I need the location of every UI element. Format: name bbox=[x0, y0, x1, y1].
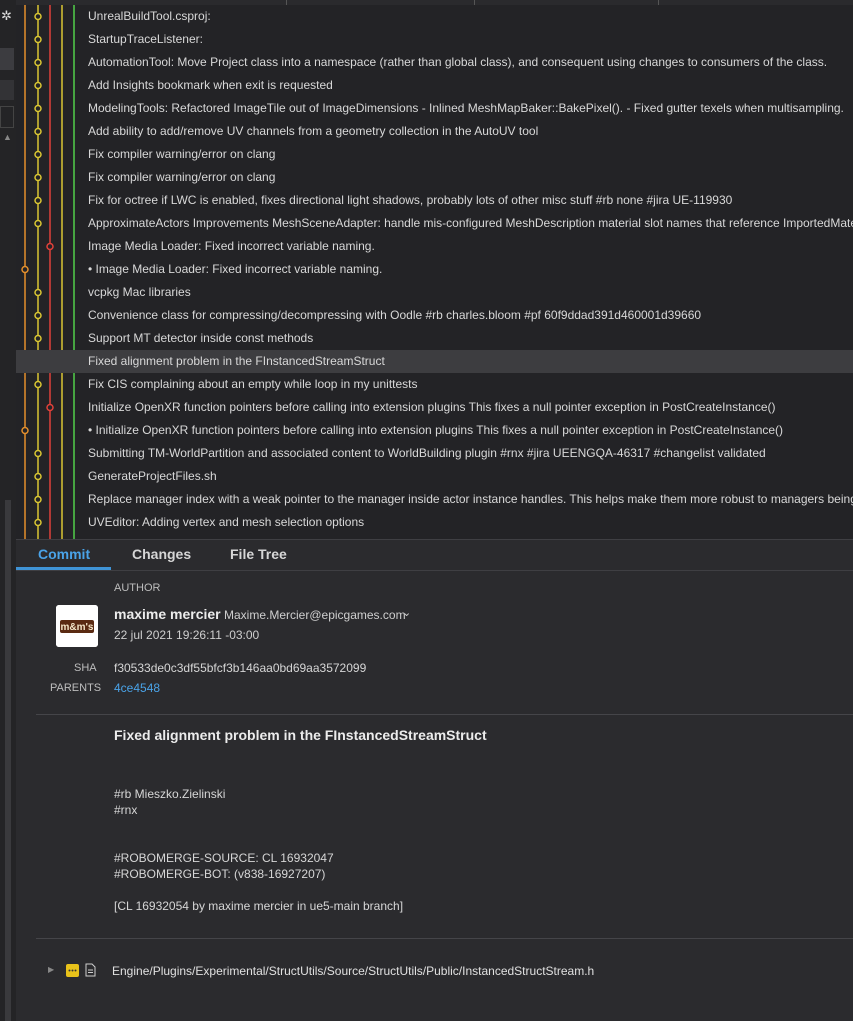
commit-message: Fix compiler warning/error on clang bbox=[88, 170, 276, 184]
commit-message: Add Insights bookmark when exit is reque… bbox=[88, 78, 333, 92]
collapse-arrow-icon[interactable]: ▲ bbox=[3, 132, 12, 142]
commit-message: vcpkg Mac libraries bbox=[88, 285, 191, 299]
commit-message: Fix CIS complaining about an empty while… bbox=[88, 377, 418, 391]
commit-detail-panel: AUTHOR m&m's maxime mercier Maxime.Merci… bbox=[16, 570, 853, 1021]
avatar-logo-text: m&m's bbox=[61, 622, 94, 633]
commit-list: UnrealBuildTool.csproj: StartupTraceListe… bbox=[16, 5, 853, 539]
commit-row[interactable]: UnrealBuildTool.csproj: bbox=[16, 5, 853, 28]
commit-row[interactable]: Fix CIS complaining about an empty while… bbox=[16, 373, 853, 396]
commit-message: Replace manager index with a weak pointe… bbox=[88, 492, 853, 506]
changed-file-path[interactable]: Engine/Plugins/Experimental/StructUtils/… bbox=[112, 964, 594, 978]
commit-row[interactable]: Convenience class for compressing/decomp… bbox=[16, 304, 853, 327]
tab-changes[interactable]: Changes bbox=[132, 546, 191, 562]
commit-message: Support MT detector inside const methods bbox=[88, 331, 314, 345]
sha-value[interactable]: f30533de0c3df55bfcf3b146aa0bd69aa3572099 bbox=[114, 661, 366, 675]
commit-message: • Image Media Loader: Fixed incorrect va… bbox=[88, 262, 383, 276]
commit-row[interactable]: Replace manager index with a weak pointe… bbox=[16, 488, 853, 511]
commit-message: Add ability to add/remove UV channels fr… bbox=[88, 124, 539, 138]
commit-body-line: #rnx bbox=[114, 803, 138, 817]
chevron-down-icon[interactable]: ⌄ bbox=[402, 606, 411, 619]
commit-message: Fixed alignment problem in the FInstance… bbox=[88, 354, 385, 368]
commit-row[interactable]: Fix compiler warning/error on clang bbox=[16, 166, 853, 189]
commit-message: • Initialize OpenXR function pointers be… bbox=[88, 423, 784, 437]
commit-row[interactable]: Image Media Loader: Fixed incorrect vari… bbox=[16, 235, 853, 258]
commit-body-line: #rb Mieszko.Zielinski bbox=[114, 787, 226, 801]
sidebar-scrollbar[interactable] bbox=[5, 500, 11, 1021]
commit-row[interactable]: ModelingTools: Refactored ImageTile out … bbox=[16, 97, 853, 120]
commit-message: StartupTraceListener: bbox=[88, 32, 203, 46]
commit-row[interactable]: Fix for octree if LWC is enabled, fixes … bbox=[16, 189, 853, 212]
commit-message: ApproximateActors Improvements MeshScene… bbox=[88, 216, 853, 230]
commit-message: Initialize OpenXR function pointers befo… bbox=[88, 400, 776, 414]
commit-row[interactable]: Submitting TM-WorldPartition and associa… bbox=[16, 442, 853, 465]
commit-message: AutomationTool: Move Project class into … bbox=[88, 55, 828, 69]
commit-row[interactable]: • Image Media Loader: Fixed incorrect va… bbox=[16, 258, 853, 281]
tab-file-tree[interactable]: File Tree bbox=[230, 546, 287, 562]
commit-row[interactable]: Support MT detector inside const methods bbox=[16, 327, 853, 350]
modified-file-icon bbox=[66, 964, 79, 977]
commit-body-line: #ROBOMERGE-SOURCE: CL 16932047 bbox=[114, 851, 334, 865]
commit-message: Fix compiler warning/error on clang bbox=[88, 147, 276, 161]
parents-label: PARENTS bbox=[50, 682, 102, 694]
commit-row[interactable]: Add Insights bookmark when exit is reque… bbox=[16, 74, 853, 97]
sha-label: SHA bbox=[74, 662, 97, 674]
commit-date: 22 jul 2021 19:26:11 -03:00 bbox=[114, 628, 260, 642]
gear-icon[interactable]: ✲ bbox=[1, 8, 12, 24]
tab-commit[interactable]: Commit bbox=[38, 546, 90, 562]
commit-row[interactable]: Initialize OpenXR function pointers befo… bbox=[16, 396, 853, 419]
commit-row[interactable]: vcpkg Mac libraries bbox=[16, 281, 853, 304]
commit-row[interactable]: GenerateProjectFiles.sh bbox=[16, 465, 853, 488]
commit-row[interactable]: Add ability to add/remove UV channels fr… bbox=[16, 120, 853, 143]
commit-row[interactable]: • Initialize OpenXR function pointers be… bbox=[16, 419, 853, 442]
author-email[interactable]: Maxime.Mercier@epicgames.com bbox=[224, 608, 406, 622]
commit-message: Submitting TM-WorldPartition and associa… bbox=[88, 446, 766, 460]
sidebar-panel[interactable] bbox=[0, 48, 14, 70]
commit-row[interactable]: Fixed alignment problem in the FInstance… bbox=[16, 350, 853, 373]
commit-row[interactable]: Fix compiler warning/error on clang bbox=[16, 143, 853, 166]
file-icon bbox=[85, 963, 96, 980]
commit-message: UVEditor: Adding vertex and mesh selecti… bbox=[88, 515, 365, 529]
sidebar-input[interactable] bbox=[0, 106, 14, 128]
commit-message: ModelingTools: Refactored ImageTile out … bbox=[88, 101, 844, 115]
commit-row[interactable]: UVEditor: Adding vertex and mesh selecti… bbox=[16, 511, 853, 534]
divider bbox=[36, 938, 853, 939]
commit-body-line: [CL 16932054 by maxime mercier in ue5-ma… bbox=[114, 899, 404, 913]
commit-body-line: #ROBOMERGE-BOT: (v838-16927207) bbox=[114, 867, 326, 881]
avatar: m&m's bbox=[56, 605, 98, 647]
commit-row[interactable]: AutomationTool: Move Project class into … bbox=[16, 51, 853, 74]
divider bbox=[36, 714, 853, 715]
detail-tabs: Commit Changes File Tree bbox=[16, 539, 853, 571]
author-label: AUTHOR bbox=[114, 582, 161, 594]
commit-row[interactable]: ApproximateActors Improvements MeshScene… bbox=[16, 212, 853, 235]
commit-message: GenerateProjectFiles.sh bbox=[88, 469, 217, 483]
expand-arrow-icon[interactable]: ▶ bbox=[48, 965, 54, 974]
sidebar-panel[interactable] bbox=[0, 80, 14, 100]
left-sidebar: ✲ ▲ bbox=[0, 0, 16, 1021]
commit-title: Fixed alignment problem in the FInstance… bbox=[114, 727, 487, 743]
commit-message: Fix for octree if LWC is enabled, fixes … bbox=[88, 193, 733, 207]
commit-message: UnrealBuildTool.csproj: bbox=[88, 9, 211, 23]
commit-message: Convenience class for compressing/decomp… bbox=[88, 308, 702, 322]
commit-message: Image Media Loader: Fixed incorrect vari… bbox=[88, 239, 375, 253]
commit-row[interactable]: StartupTraceListener: bbox=[16, 28, 853, 51]
parent-commit-link[interactable]: 4ce4548 bbox=[114, 681, 160, 695]
author-name: maxime mercier bbox=[114, 606, 221, 622]
